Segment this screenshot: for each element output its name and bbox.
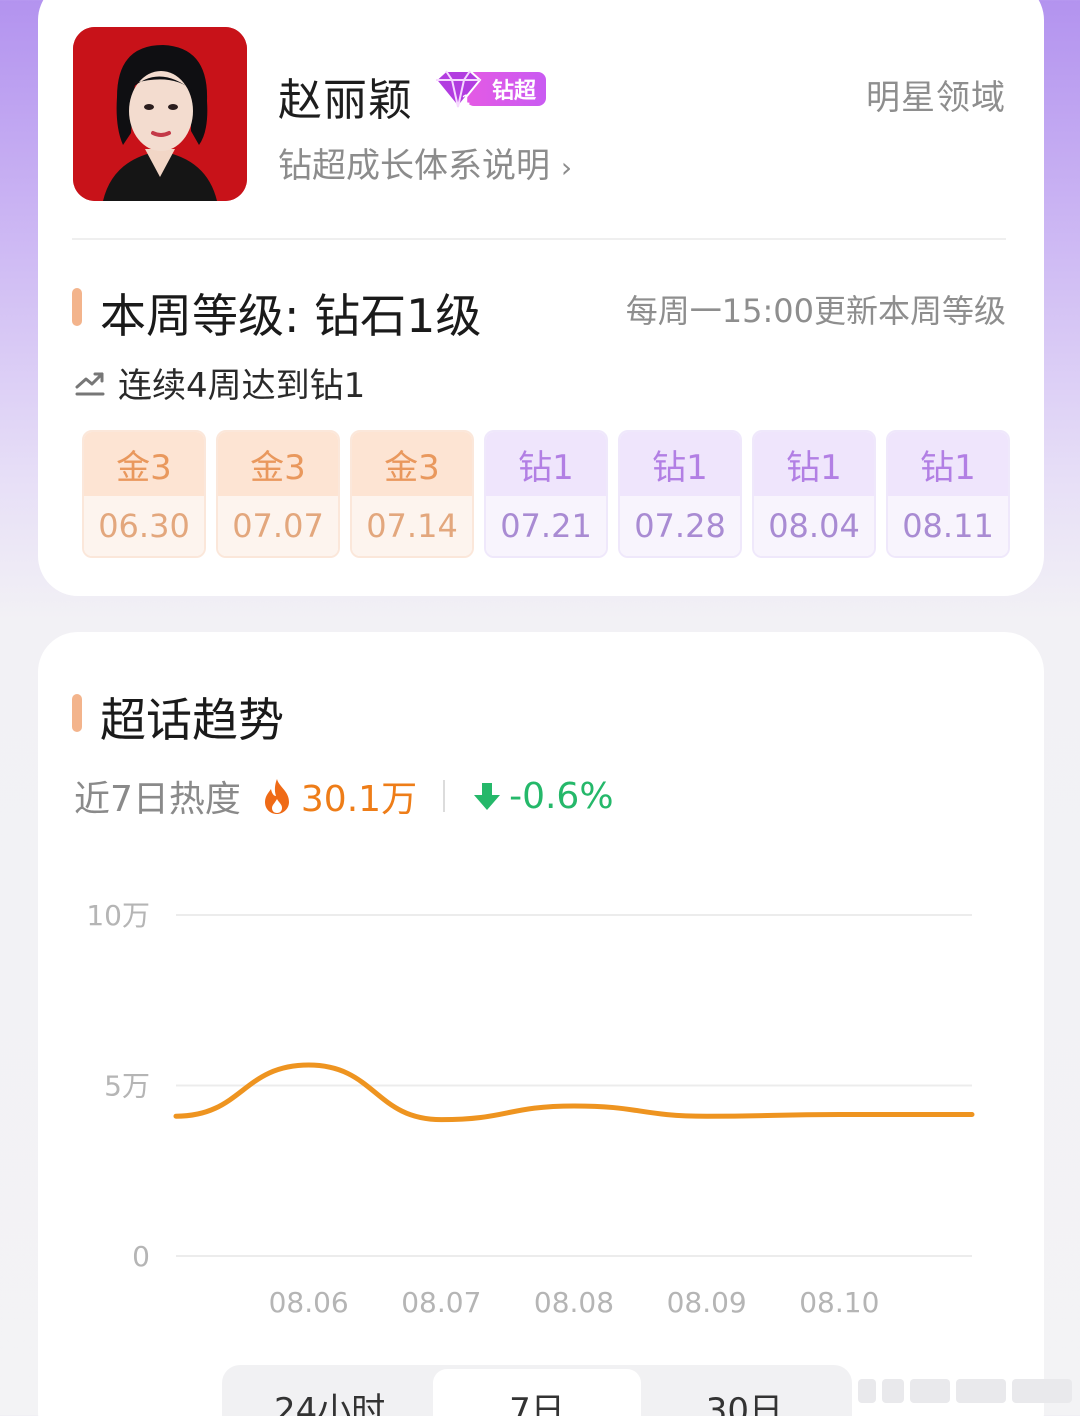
separator [443, 780, 446, 812]
period-tabs: 24小时 7日 30日 [222, 1365, 852, 1416]
week-date: 07.07 [218, 496, 338, 556]
section-accent-bar [72, 694, 82, 732]
trend-title: 超话趋势 [100, 693, 284, 747]
avatar[interactable] [73, 27, 247, 201]
x-tick-label: 08.08 [534, 1286, 614, 1319]
week-date: 08.11 [888, 496, 1008, 556]
weekly-level-title: 本周等级: 钻石1级 [100, 289, 482, 343]
topic-trend-card: 超话趋势 近7日热度 30.1万 -0.6% 10万 5万 0 08.06 08.07 0… [38, 632, 1044, 1416]
arrow-down-icon [474, 783, 501, 810]
heat-value: 30.1万 [300, 779, 418, 820]
heat-label: 近7日热度 [74, 779, 241, 820]
tab-7d[interactable]: 7日 [433, 1369, 641, 1416]
profile-card: 赵丽颖 钻超 1 钻超成长体系说明 › 明星领域 本周等级: 钻石1级 每周一1… [38, 0, 1044, 596]
streak-text: 连续4周达到钻1 [118, 366, 366, 406]
week-level-card[interactable]: 金3 06.30 [82, 430, 206, 558]
heat-change: -0.6% [509, 775, 614, 817]
week-date: 07.28 [620, 496, 740, 556]
divider [72, 238, 1006, 240]
weekly-level-history: 金3 06.30 金3 07.07 金3 07.14 钻1 07.21 钻1 0… [82, 430, 1010, 558]
week-date: 08.04 [754, 496, 874, 556]
x-tick-label: 08.06 [269, 1286, 349, 1319]
week-date: 06.30 [84, 496, 204, 556]
series-line [173, 1062, 975, 1123]
week-level: 钻1 [888, 432, 1008, 496]
week-level: 金3 [84, 432, 204, 496]
chevron-right-icon: › [560, 151, 573, 184]
badge-level: 1 [462, 91, 470, 107]
growth-link-label: 钻超成长体系说明 [278, 146, 550, 186]
y-tick-label: 0 [132, 1240, 150, 1273]
week-level: 金3 [352, 432, 472, 496]
week-date: 07.14 [352, 496, 472, 556]
week-date: 07.21 [486, 496, 606, 556]
user-name: 赵丽颖 [278, 75, 413, 126]
scroll-indicator [858, 1376, 1074, 1406]
trend-up-icon [75, 372, 105, 395]
y-tick-label: 5万 [104, 1070, 150, 1103]
week-level-card[interactable]: 钻1 08.04 [752, 430, 876, 558]
section-accent-bar [72, 288, 82, 326]
growth-system-link[interactable]: 钻超成长体系说明 › [278, 138, 572, 187]
update-note: 每周一15:00更新本周等级 [625, 292, 1006, 330]
tab-30d[interactable]: 30日 [641, 1369, 848, 1416]
week-level-card[interactable]: 金3 07.14 [350, 430, 474, 558]
tab-24h[interactable]: 24小时 [226, 1369, 433, 1416]
week-level: 钻1 [486, 432, 606, 496]
x-tick-label: 08.07 [401, 1286, 481, 1319]
streak-row: 连续4周达到钻1 [74, 358, 365, 407]
week-level-card[interactable]: 钻1 07.21 [484, 430, 608, 558]
week-level-card[interactable]: 金3 07.07 [216, 430, 340, 558]
week-level-card[interactable]: 钻1 07.28 [618, 430, 742, 558]
trend-line-chart[interactable]: 10万 5万 0 08.06 08.07 08.08 08.09 08.10 [38, 882, 1044, 1332]
week-level: 金3 [218, 432, 338, 496]
star-realm-label[interactable]: 明星领域 [866, 70, 1006, 119]
diamond-super-badge[interactable]: 钻超 1 [430, 68, 546, 110]
heat-summary: 近7日热度 30.1万 -0.6% [74, 770, 614, 822]
x-tick-label: 08.09 [667, 1286, 747, 1319]
x-tick-label: 08.10 [799, 1286, 879, 1319]
diamond-icon: 1 [434, 70, 482, 109]
flame-icon [264, 779, 289, 814]
y-tick-label: 10万 [86, 899, 150, 932]
week-level: 钻1 [620, 432, 740, 496]
week-level: 钻1 [754, 432, 874, 496]
week-level-card[interactable]: 钻1 08.11 [886, 430, 1010, 558]
